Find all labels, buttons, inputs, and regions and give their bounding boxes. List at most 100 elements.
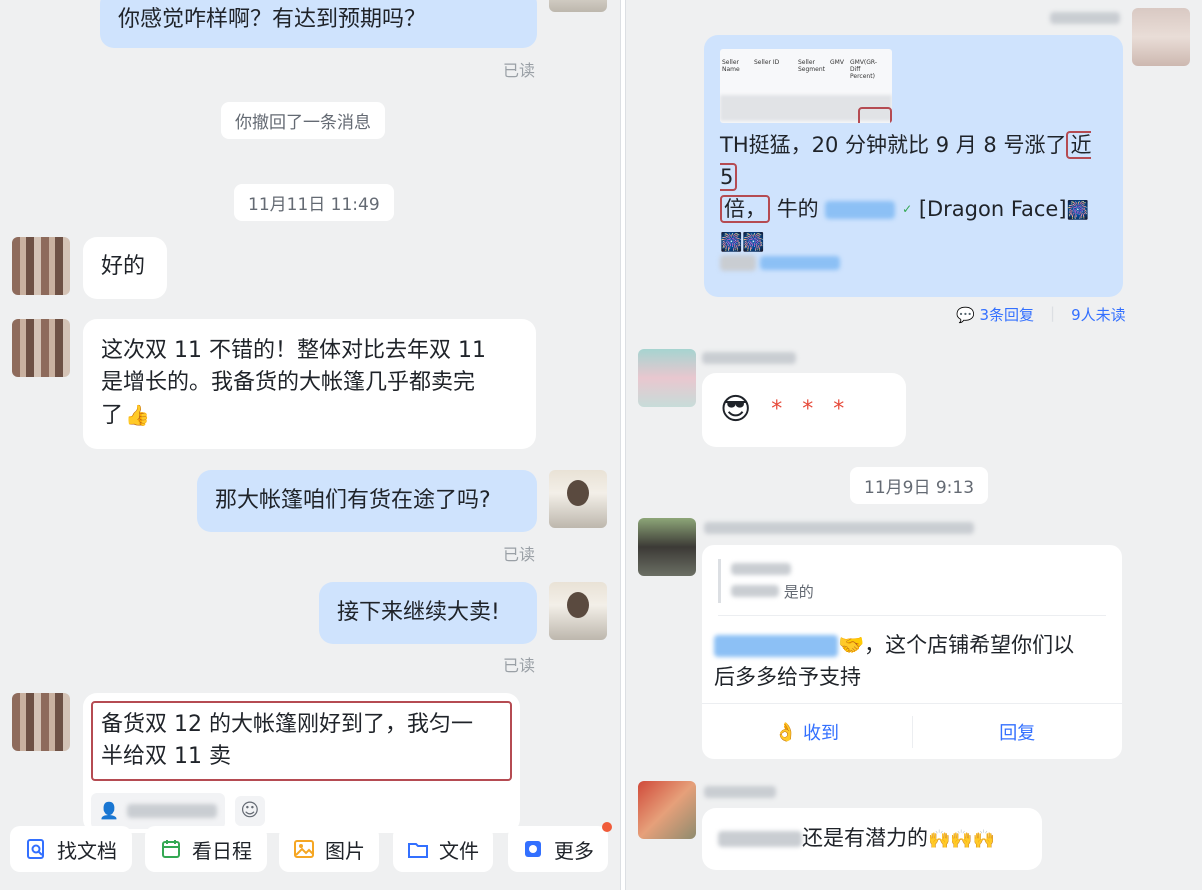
message-text: 你感觉咋样啊？有达到预期吗？ bbox=[118, 7, 427, 32]
message-bubble-received[interactable]: 好的 bbox=[83, 237, 167, 299]
avatar[interactable] bbox=[12, 319, 70, 377]
reply-count: 3条回复 bbox=[979, 306, 1035, 324]
message-bubble-sent[interactable]: 接下来继续大卖! bbox=[319, 582, 537, 644]
message-bubble-received[interactable]: 😎 * * * bbox=[702, 373, 906, 447]
avatar[interactable] bbox=[549, 470, 607, 528]
card-actions: 👌 收到 回复 bbox=[702, 703, 1122, 759]
left-chat-pane: 你感觉咋样啊？有达到预期吗？ 已读 你撤回了一条消息 11月11日 11:49 … bbox=[0, 0, 620, 890]
divider bbox=[718, 615, 1106, 616]
thread-status-row: 💬 3条回复 | 9人未读 bbox=[956, 304, 1126, 325]
message-text: 后多多给予支持 bbox=[714, 665, 861, 689]
sparkle-icon: * bbox=[802, 397, 814, 422]
blurred-avatars bbox=[720, 255, 756, 271]
reaction-chip[interactable]: 👤 bbox=[91, 793, 225, 829]
ack-button[interactable]: 👌 收到 bbox=[702, 704, 912, 759]
files-button[interactable]: 文件 bbox=[393, 826, 493, 872]
clapping-emoji-icon: 🙌🙌🙌 bbox=[928, 829, 996, 850]
message-text-block: 🤝，这个店铺希望你们以 后多多给予支持 bbox=[714, 629, 1074, 693]
blurred-sender-name bbox=[1050, 12, 1120, 24]
thumbs-up-icon: 👍 bbox=[125, 403, 150, 427]
message-text-line: 备货双 12 的大帐篷刚好到了，我匀一 bbox=[101, 712, 473, 737]
message-bubble-sent[interactable]: 那大帐篷咱们有货在途了吗? bbox=[197, 470, 537, 532]
read-receipt: 已读 bbox=[503, 656, 536, 675]
avatar[interactable] bbox=[1132, 8, 1190, 66]
avatar[interactable] bbox=[638, 781, 696, 839]
blurred-mention bbox=[825, 201, 896, 219]
time-divider: 11月11日 11:49 bbox=[234, 184, 394, 221]
image-icon bbox=[294, 840, 314, 858]
blurred-mention bbox=[714, 635, 838, 657]
message-text: 那大帐篷咱们有货在途了吗? bbox=[215, 488, 491, 513]
notification-dot bbox=[602, 822, 612, 832]
time-divider: 11月9日 9:13 bbox=[850, 467, 989, 504]
message-bubble-sent[interactable]: Seller Name Seller ID Seller Segment GMV… bbox=[704, 35, 1123, 297]
message-text: 接下来继续大卖! bbox=[337, 600, 500, 625]
images-button[interactable]: 图片 bbox=[279, 826, 379, 872]
quoted-message[interactable]: 是的 bbox=[718, 559, 814, 603]
table-header: Seller ID bbox=[754, 59, 780, 66]
highlighted-text-box: 备货双 12 的大帐篷刚好到了，我匀一 半给双 11 卖 bbox=[91, 701, 512, 781]
emoji-reaction-icon[interactable]: ☺ bbox=[234, 796, 265, 826]
blurred-sender-name bbox=[702, 352, 796, 364]
message-text: TH挺猛，20 分钟就比 9 月 8 号涨了 bbox=[720, 133, 1067, 157]
read-receipt: 已读 bbox=[503, 545, 536, 564]
read-receipt: 已读 bbox=[503, 61, 536, 80]
document-search-icon bbox=[27, 839, 44, 859]
more-button[interactable]: 更多 bbox=[508, 822, 612, 872]
quote-text: 是的 bbox=[783, 583, 814, 601]
avatar[interactable] bbox=[638, 518, 696, 576]
highlighted-cell-box bbox=[858, 107, 892, 123]
message-bubble-sent[interactable]: 你感觉咋样啊？有达到预期吗？ bbox=[100, 0, 537, 48]
avatar[interactable] bbox=[549, 582, 607, 640]
message-text: ，这个店铺希望你们以 bbox=[864, 633, 1075, 657]
unread-count-link[interactable]: 9人未读 bbox=[1071, 304, 1126, 325]
verified-icon: ✓ bbox=[902, 202, 913, 216]
button-label: 更多 bbox=[554, 838, 594, 863]
avatar[interactable] bbox=[12, 237, 70, 295]
blurred-sender-name bbox=[704, 522, 974, 534]
button-label: 找文档 bbox=[57, 838, 117, 863]
blurred-name bbox=[126, 804, 217, 818]
message-text: 还是有潜力的 bbox=[802, 826, 928, 850]
blurred-mention bbox=[718, 831, 802, 847]
message-text-line: 半给双 11 卖 bbox=[101, 744, 231, 769]
avatar[interactable] bbox=[638, 349, 696, 407]
message-text-line: 了 bbox=[101, 403, 124, 428]
firework-icon: 🎆 bbox=[1066, 200, 1089, 221]
message-text-line: 这次双 11 不错的！整体对比去年双 11 bbox=[101, 338, 486, 363]
blurred-quote-author bbox=[731, 563, 791, 575]
blurred-quote-name bbox=[731, 585, 779, 597]
reply-button[interactable]: 回复 bbox=[913, 704, 1123, 759]
handshake-icon: 🤝 bbox=[838, 633, 865, 657]
calendar-button[interactable]: 看日程 bbox=[145, 826, 267, 872]
blurred-name bbox=[760, 256, 840, 270]
message-text: 好的 bbox=[101, 254, 146, 279]
more-apps-icon bbox=[525, 841, 541, 857]
reply-thread-link[interactable]: 💬 3条回复 bbox=[956, 304, 1034, 325]
message-bubble-received[interactable]: 这次双 11 不错的！整体对比去年双 11 是增长的。我备货的大帐篷几乎都卖完 … bbox=[83, 319, 536, 449]
folder-icon bbox=[408, 843, 428, 858]
message-text: 牛的 bbox=[776, 197, 819, 221]
message-bubble-received[interactable]: 备货双 12 的大帐篷刚好到了，我匀一 半给双 11 卖 👤 ☺ bbox=[83, 693, 520, 833]
recall-notice: 你撤回了一条消息 bbox=[221, 102, 385, 139]
separator: | bbox=[1050, 304, 1056, 322]
button-label: 图片 bbox=[325, 838, 365, 863]
highlighted-text: 倍， bbox=[720, 195, 770, 223]
avatar[interactable] bbox=[12, 693, 70, 751]
sparkle-icon: * bbox=[771, 397, 783, 422]
message-card-received[interactable]: 是的 🤝，这个店铺希望你们以 后多多给予支持 👌 收到 回复 bbox=[702, 545, 1122, 759]
sparkle-icon: * bbox=[833, 397, 845, 422]
user-avatar-icon: 👤 bbox=[99, 801, 119, 820]
find-doc-button[interactable]: 找文档 bbox=[10, 826, 132, 872]
chat-bubble-icon: 💬 bbox=[956, 306, 975, 324]
message-reactions-row: 👤 ☺ bbox=[91, 793, 512, 829]
message-bubble-received[interactable]: 还是有潜力的🙌🙌🙌 bbox=[702, 808, 1042, 870]
button-label: 文件 bbox=[439, 838, 479, 863]
message-text-block: TH挺猛，20 分钟就比 9 月 8 号涨了近 5 倍， 牛的 ✓ [Drago… bbox=[720, 129, 1107, 259]
button-label: 看日程 bbox=[192, 838, 252, 863]
table-header: GMV(GR-Diff Percent) bbox=[850, 59, 878, 80]
emoji-code-text: [Dragon Face] bbox=[918, 197, 1067, 221]
avatar[interactable] bbox=[549, 0, 607, 12]
table-header: Seller Name bbox=[722, 59, 740, 73]
message-text-line: 是增长的。我备货的大帐篷几乎都卖完 bbox=[101, 370, 476, 395]
